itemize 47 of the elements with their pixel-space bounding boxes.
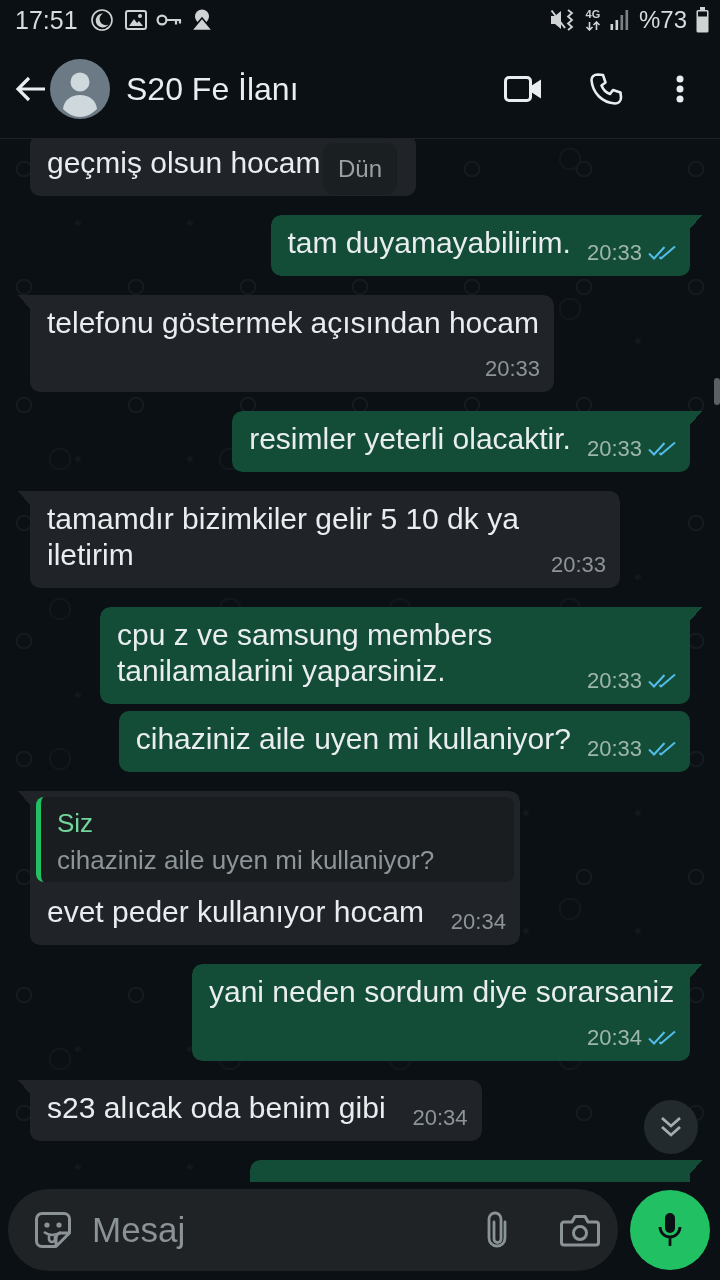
message-time: 20:34 <box>586 1027 642 1049</box>
battery-percent: %73 <box>638 5 687 35</box>
message-time: 20:34 <box>450 911 506 933</box>
message-text: telefonu göstermek açısından hocam <box>47 306 539 339</box>
paperclip-icon[interactable] <box>486 1211 508 1249</box>
message-text: s23 alıcak oda benim gibi <box>47 1091 386 1124</box>
phone-icon[interactable] <box>589 72 623 106</box>
network-type: 4G <box>585 9 601 20</box>
back-arrow-icon[interactable] <box>14 75 46 103</box>
message-text: resimler yeterli olacaktir. <box>249 422 571 455</box>
more-options-icon[interactable] <box>676 75 684 103</box>
speaker-muted-icon <box>549 8 574 32</box>
sticker-icon[interactable] <box>34 1211 72 1249</box>
contact-name[interactable]: S20 Fe İlanı <box>126 69 299 109</box>
message-time: 20:33 <box>586 242 642 264</box>
message-text: cpu z ve samsung members tanilamalarini yaparsiniz. <box>117 618 493 687</box>
key-icon <box>155 13 182 27</box>
image-icon <box>124 10 147 30</box>
date-chip: Dün <box>323 143 397 195</box>
scrollbar-thumb <box>714 378 720 405</box>
microphone-icon <box>658 1212 682 1248</box>
message-time: 20:33 <box>484 358 540 380</box>
moon-icon <box>90 9 113 31</box>
message-text: evet peder kullanıyor hocam <box>47 895 424 928</box>
message-text: tamamdır bizimkiler gelir 5 10 dk ya iletirim <box>47 502 519 571</box>
avatar-icon[interactable] <box>50 59 110 119</box>
data-arrows-icon <box>584 21 601 31</box>
status-time: 17:51 <box>15 5 78 35</box>
message-input[interactable]: Mesaj <box>92 1208 466 1252</box>
message-time: 20:34 <box>412 1107 468 1129</box>
scroll-down-button[interactable] <box>644 1100 698 1154</box>
message-text: geçmiş olsun hocam <box>47 146 321 179</box>
quote-author: Siz <box>57 808 95 838</box>
battery-icon <box>696 7 709 33</box>
triangle-icon <box>190 9 213 31</box>
message-time: 20:33 <box>586 670 642 692</box>
quote-text: cihaziniz aile uyen mi kullaniyor? <box>57 845 436 875</box>
camera-icon[interactable] <box>560 1213 600 1247</box>
message-text: tam duyamayabilirim. <box>287 226 571 259</box>
message-time: 20:33 <box>550 554 606 576</box>
message-time: 20:33 <box>586 738 642 760</box>
video-camera-icon[interactable] <box>504 75 542 103</box>
message-text: cihaziniz aile uyen mi kullaniyor? <box>135 722 571 755</box>
message-time: 20:33 <box>586 438 642 460</box>
message-text: yani neden sordum diye sorarsaniz <box>209 975 675 1008</box>
message-field[interactable]: Mesaj <box>8 1189 618 1271</box>
signal-icon <box>609 10 629 30</box>
